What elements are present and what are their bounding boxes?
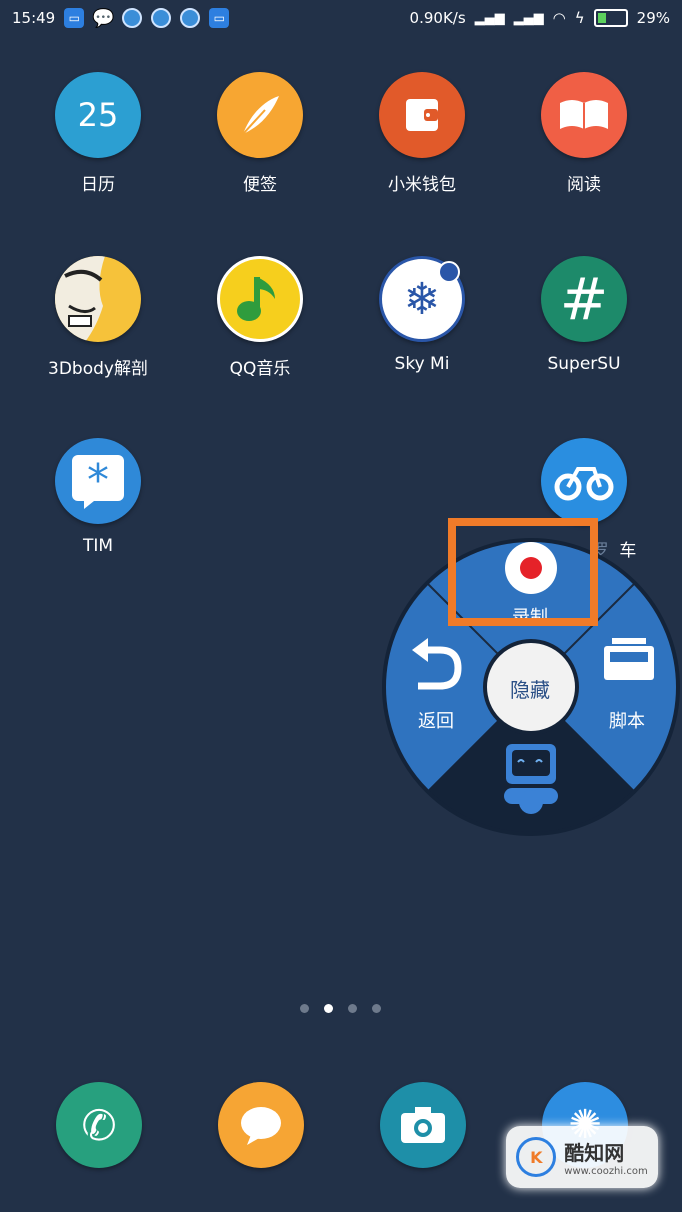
- coozhi-logo-icon: K: [516, 1137, 557, 1177]
- app-qqmusic[interactable]: QQ音乐: [185, 256, 335, 379]
- app-reader[interactable]: 阅读: [509, 72, 659, 195]
- status-bar: 15:49 ▭ 💬 ▭ 0.90K/s ▂▄▆ ▂▄▆ ◠ ϟ 29%: [0, 0, 682, 36]
- signal-icon: ▂▄▆: [513, 10, 544, 26]
- camera-icon: [401, 1107, 445, 1143]
- bicycle-icon: [541, 438, 627, 524]
- app-supersu[interactable]: # SuperSU: [509, 256, 659, 374]
- battery-percent: 29%: [636, 9, 670, 27]
- app-3dbody[interactable]: 3Dbody解剖: [23, 256, 173, 379]
- app-icon: [180, 8, 201, 28]
- page-dot[interactable]: [348, 1004, 357, 1013]
- desktop-icon: ▭: [209, 8, 230, 28]
- app-skymi[interactable]: ❄ Sky Mi: [347, 256, 497, 374]
- script-label: 脚本: [609, 711, 645, 732]
- desktop-icon: ▭: [64, 8, 85, 28]
- app-label: 阅读: [567, 175, 601, 195]
- anatomy-icon: [55, 256, 141, 342]
- app-icon: [151, 8, 172, 28]
- app-notes[interactable]: 便签: [185, 72, 335, 195]
- dock-messages[interactable]: [218, 1082, 304, 1168]
- page-dot[interactable]: [300, 1004, 309, 1013]
- app-label: QQ音乐: [229, 359, 291, 379]
- hash-icon: #: [541, 256, 627, 342]
- app-label: 日历: [81, 175, 115, 195]
- app-tim[interactable]: * TIM: [23, 438, 173, 556]
- hide-label[interactable]: 隐藏: [499, 674, 561, 703]
- highlight-box: [448, 518, 598, 626]
- app-calendar[interactable]: 25 日历: [23, 72, 173, 195]
- network-speed: 0.90K/s: [409, 9, 466, 27]
- wallet-icon: [379, 72, 465, 158]
- feather-icon: [217, 72, 303, 158]
- page-dot[interactable]: [372, 1004, 381, 1013]
- wechat-icon: 💬: [92, 7, 115, 29]
- snowflake-icon: ❄: [379, 256, 465, 342]
- badge-icon: [438, 261, 460, 283]
- app-label: TIM: [82, 536, 114, 556]
- star-icon: *: [55, 438, 141, 524]
- status-right: 0.90K/s ▂▄▆ ▂▄▆ ◠ ϟ 29%: [410, 9, 670, 27]
- app-label: Sky Mi: [394, 354, 450, 374]
- calendar-icon: 25: [55, 72, 141, 158]
- back-label: 返回: [418, 711, 454, 732]
- dock-camera[interactable]: [380, 1082, 466, 1168]
- wifi-icon: ◠: [552, 9, 566, 27]
- robot-icon[interactable]: [504, 744, 558, 814]
- app-label: 小米钱包: [388, 175, 456, 195]
- phone-icon: ✆: [81, 1100, 117, 1150]
- music-note-icon: [217, 256, 303, 342]
- page-dot-active[interactable]: [324, 1004, 333, 1013]
- app-icon: [122, 8, 143, 28]
- dock-phone[interactable]: ✆: [56, 1082, 142, 1168]
- watermark-url: www.coozhi.com: [564, 1166, 648, 1177]
- app-label: 便签: [243, 175, 277, 195]
- watermark: K 酷知网 www.coozhi.com: [506, 1126, 658, 1188]
- svg-text:*: *: [87, 455, 109, 506]
- watermark-brand: 酷知网: [564, 1141, 625, 1165]
- book-icon: [541, 72, 627, 158]
- status-left: 15:49 ▭ 💬 ▭: [12, 7, 230, 29]
- app-wallet[interactable]: 小米钱包: [347, 72, 497, 195]
- app-label: SuperSU: [547, 354, 621, 374]
- page-indicator: [300, 1004, 381, 1013]
- chat-icon: [241, 1107, 281, 1145]
- lightning-icon: ϟ: [574, 9, 585, 27]
- battery-icon: [593, 9, 628, 27]
- app-label: 3Dbody解剖: [48, 359, 148, 379]
- clock: 15:49: [12, 9, 56, 27]
- signal-icon: ▂▄▆: [474, 10, 505, 26]
